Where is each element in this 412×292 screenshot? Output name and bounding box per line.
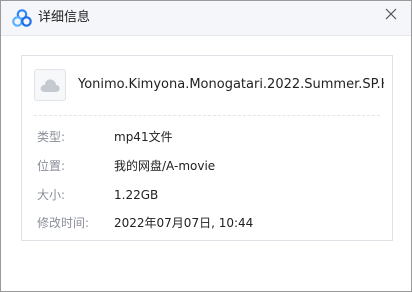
close-button[interactable] bbox=[379, 2, 403, 26]
detail-value: 1.22GB bbox=[114, 188, 159, 202]
detail-label: 类型: bbox=[37, 130, 66, 144]
close-icon[interactable] bbox=[379, 2, 403, 26]
detail-value: mp41文件 bbox=[114, 130, 173, 144]
detail-row-location: 位置: 我的网盘/A-movie bbox=[37, 157, 377, 175]
file-cloud-icon bbox=[40, 79, 60, 92]
detail-value: 我的网盘/A-movie bbox=[114, 159, 216, 173]
detail-label: 大小: bbox=[37, 188, 66, 202]
dialog-title: 详细信息 bbox=[38, 10, 91, 25]
file-thumbnail bbox=[34, 69, 66, 101]
detail-row-size: 大小: 1.22GB bbox=[37, 186, 377, 204]
divider bbox=[34, 115, 380, 116]
detail-label: 位置: bbox=[37, 159, 66, 173]
details-dialog: 详细信息 Yonimo.Kimyona.Monogatari.2022.Summ… bbox=[0, 0, 412, 292]
file-name: Yonimo.Kimyona.Monogatari.2022.Summer.SP… bbox=[78, 77, 384, 92]
baidu-netdisk-cloud-icon bbox=[12, 8, 32, 28]
file-info-card: Yonimo.Kimyona.Monogatari.2022.Summer.SP… bbox=[21, 55, 393, 241]
title-bar[interactable]: 详细信息 bbox=[1, 1, 411, 36]
detail-value: 2022年07月07日, 10:44 bbox=[114, 216, 254, 230]
detail-row-type: 类型: mp41文件 bbox=[37, 128, 377, 146]
detail-row-modified: 修改时间: 2022年07月07日, 10:44 bbox=[37, 214, 377, 232]
detail-label: 修改时间: bbox=[37, 216, 90, 230]
